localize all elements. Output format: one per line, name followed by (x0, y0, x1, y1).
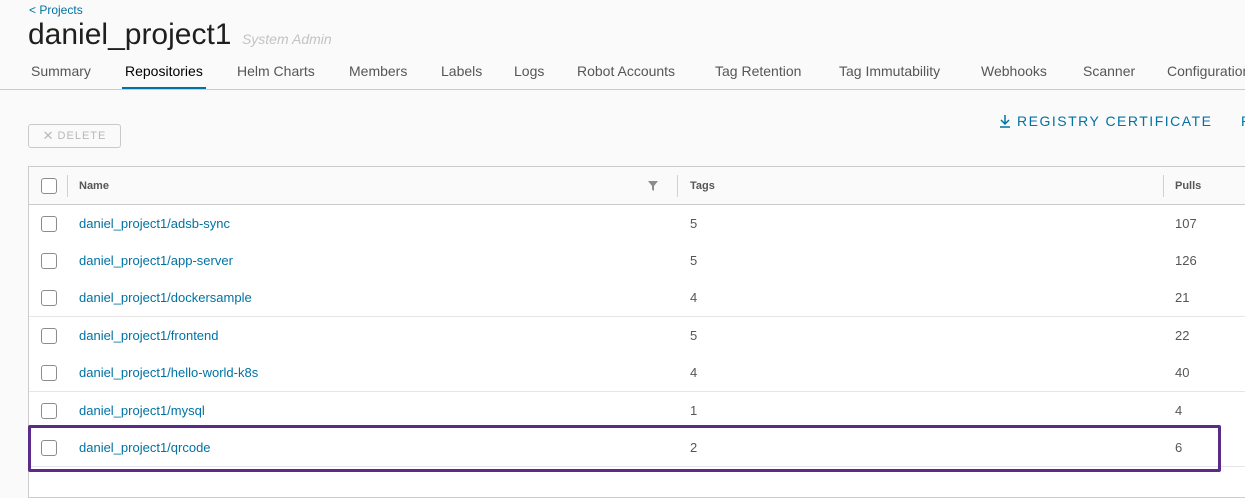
tags-count: 1 (690, 403, 698, 418)
tab-webhooks[interactable]: Webhooks (981, 63, 1047, 88)
truncated-action-button[interactable]: P (1241, 113, 1245, 129)
tab-scanner[interactable]: Scanner (1083, 63, 1135, 88)
tags-count: 5 (690, 216, 698, 231)
tab-bar: Summary Repositories Helm Charts Members… (0, 60, 1245, 90)
role-label: System Admin (241, 31, 332, 47)
column-header-tags[interactable]: Tags (690, 180, 715, 192)
registry-certificate-button[interactable]: REGISTRY CERTIFICATE (999, 113, 1212, 129)
column-divider (67, 175, 68, 197)
table-row[interactable]: daniel_project1/app-server 5 126 (29, 242, 1245, 280)
pulls-count: 4 (1175, 403, 1183, 418)
page-header: daniel_project1 System Admin (28, 18, 332, 52)
pulls-count: 126 (1175, 253, 1197, 268)
tab-members[interactable]: Members (349, 63, 407, 88)
repository-name-link[interactable]: daniel_project1/dockersample (79, 290, 252, 305)
column-header-pulls[interactable]: Pulls (1175, 180, 1201, 192)
table-row[interactable]: daniel_project1/frontend 5 22 (29, 317, 1245, 355)
repository-name-link[interactable]: daniel_project1/hello-world-k8s (79, 365, 258, 380)
column-divider (677, 175, 678, 197)
repository-name-link[interactable]: daniel_project1/adsb-sync (79, 216, 230, 231)
tab-helm-charts[interactable]: Helm Charts (237, 63, 315, 88)
delete-button-label: DELETE (57, 130, 107, 142)
column-divider (1163, 175, 1164, 197)
row-checkbox[interactable] (41, 328, 57, 344)
tags-count: 5 (690, 253, 698, 268)
pulls-count: 40 (1175, 365, 1190, 380)
page-title: daniel_project1 (28, 18, 232, 51)
pulls-count: 22 (1175, 328, 1190, 343)
row-checkbox[interactable] (41, 290, 57, 306)
repositories-table: Name Tags Pulls daniel_project1/adsb-syn… (28, 166, 1245, 498)
tags-count: 2 (690, 440, 698, 455)
delete-button[interactable]: ✕ DELETE (28, 124, 121, 148)
tags-count: 4 (690, 365, 698, 380)
tags-count: 4 (690, 290, 698, 305)
repository-name-link[interactable]: daniel_project1/frontend (79, 328, 219, 343)
tab-logs[interactable]: Logs (514, 63, 544, 88)
row-checkbox[interactable] (41, 403, 57, 419)
table-header: Name Tags Pulls (29, 167, 1245, 205)
pulls-count: 6 (1175, 440, 1183, 455)
tab-robot-accounts[interactable]: Robot Accounts (577, 63, 675, 88)
pulls-count: 21 (1175, 290, 1190, 305)
table-row[interactable]: daniel_project1/adsb-sync 5 107 (29, 205, 1245, 243)
tab-summary[interactable]: Summary (31, 63, 91, 88)
close-icon: ✕ (42, 128, 54, 143)
download-icon (1000, 115, 1010, 128)
row-checkbox[interactable] (41, 253, 57, 269)
table-row[interactable]: daniel_project1/qrcode 2 6 (29, 429, 1245, 467)
row-checkbox[interactable] (41, 216, 57, 232)
column-header-name[interactable]: Name (79, 180, 109, 192)
pulls-count: 107 (1175, 216, 1197, 231)
filter-icon[interactable] (648, 181, 658, 191)
tab-labels[interactable]: Labels (441, 63, 482, 88)
repository-name-link[interactable]: daniel_project1/qrcode (79, 440, 211, 455)
tab-repositories[interactable]: Repositories (122, 63, 206, 89)
row-checkbox[interactable] (41, 365, 57, 381)
table-row[interactable]: daniel_project1/dockersample 4 21 (29, 279, 1245, 317)
select-all-checkbox[interactable] (41, 178, 57, 194)
registry-certificate-label: REGISTRY CERTIFICATE (1017, 113, 1213, 129)
repository-name-link[interactable]: daniel_project1/mysql (79, 403, 205, 418)
tab-configuration[interactable]: Configuration (1167, 63, 1245, 88)
repository-name-link[interactable]: daniel_project1/app-server (79, 253, 233, 268)
tags-count: 5 (690, 328, 698, 343)
tab-tag-immutability[interactable]: Tag Immutability (839, 63, 940, 88)
row-checkbox[interactable] (41, 440, 57, 456)
table-row[interactable]: daniel_project1/mysql 1 4 (29, 392, 1245, 430)
tab-tag-retention[interactable]: Tag Retention (715, 63, 801, 88)
table-row[interactable]: daniel_project1/hello-world-k8s 4 40 (29, 354, 1245, 392)
back-to-projects-link[interactable]: < Projects (29, 3, 83, 17)
